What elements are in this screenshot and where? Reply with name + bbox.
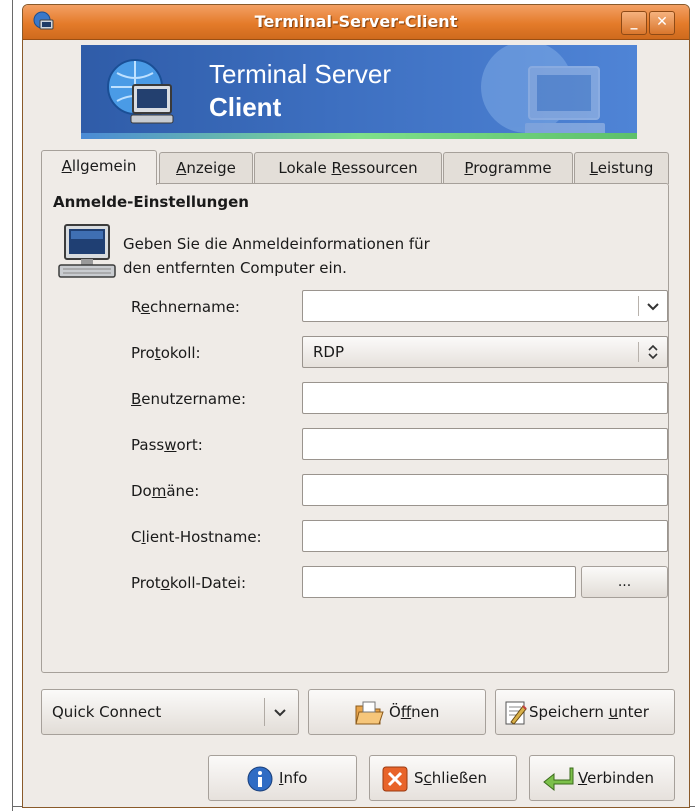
protokoll-value: RDP (313, 343, 345, 361)
tab-label-mnemonic: L (589, 159, 598, 177)
quick-connect-label: Quick Connect (52, 703, 162, 721)
background-edge-left (12, 0, 13, 811)
passwort-label: Passwort: (131, 436, 203, 454)
passwort-input[interactable] (302, 428, 668, 460)
tab-label-mnemonic: P (464, 159, 474, 177)
close-window-button[interactable]: ✕ (649, 11, 675, 35)
close-x-icon (382, 766, 408, 796)
tab-leistung[interactable]: Leistung (574, 152, 669, 184)
quick-connect-combo[interactable]: Quick Connect (41, 689, 299, 735)
tab-anzeige[interactable]: Anzeige (159, 152, 253, 184)
protokoll-select[interactable]: RDP (302, 336, 668, 368)
app-window: Terminal-Server-Client _ ✕ Terminal Serv… (22, 4, 690, 808)
window-title: Terminal-Server-Client (254, 12, 458, 31)
enter-arrow-icon (542, 766, 574, 796)
banner-title-line2: Client (209, 92, 282, 122)
minimize-icon: _ (630, 14, 638, 30)
protokoll-datei-input[interactable] (302, 566, 576, 598)
chevron-down-icon[interactable] (272, 704, 288, 724)
banner-glow-strip (81, 133, 637, 139)
protokoll-label: Protokoll: (131, 344, 201, 362)
minimize-button[interactable]: _ (621, 11, 647, 35)
select-divider (638, 342, 639, 362)
banner-title-line1: Terminal Server (209, 59, 392, 89)
up-down-arrows-icon (645, 344, 661, 364)
globe-computer-icon (105, 57, 177, 133)
rechnername-combo[interactable] (302, 290, 668, 322)
tab-label-mnemonic: A (176, 159, 187, 177)
header-banner: Terminal Server Client (81, 45, 637, 139)
rechnername-label: Rechnername: (131, 298, 240, 316)
section-title: Anmelde-Einstellungen (53, 193, 249, 211)
connect-button[interactable]: Verbinden (529, 755, 675, 801)
save-as-label: Speichern unter (529, 703, 649, 721)
combo-divider (638, 296, 639, 316)
connect-label: Verbinden (578, 769, 654, 787)
intro-text-line1: Geben Sie die Anmeldeinformationen für (123, 235, 430, 253)
tab-label: nzeige (186, 159, 236, 177)
open-button[interactable]: Öffnen (308, 689, 486, 735)
protokoll-datei-label: Protokoll-Datei: (131, 574, 247, 592)
close-icon: ✕ (656, 14, 668, 30)
browse-file-button[interactable]: ... (581, 566, 668, 598)
folder-open-icon (354, 700, 384, 730)
tab-label: eistung (597, 159, 654, 177)
save-as-button[interactable]: Speichern unter (495, 689, 675, 735)
benutzername-input[interactable] (302, 382, 668, 414)
info-label: Info (279, 769, 308, 787)
tab-programme[interactable]: Programme (443, 152, 573, 184)
faded-computer-icon (477, 45, 617, 139)
close-label: Schließen (414, 769, 488, 787)
tab-label-mnemonic: A (61, 157, 72, 175)
info-button[interactable]: Info (208, 755, 357, 801)
client-hostname-input[interactable] (302, 520, 668, 552)
tab-label: llgemein (71, 157, 137, 175)
domaene-input[interactable] (302, 474, 668, 506)
chevron-down-icon[interactable] (645, 298, 661, 318)
tab-label: Lokale (278, 159, 332, 177)
tab-lokale-ressourcen[interactable]: Lokale Ressourcen (254, 152, 442, 184)
domaene-label: Domäne: (131, 482, 200, 500)
close-button[interactable]: Schließen (369, 755, 517, 801)
browse-file-label: ... (617, 574, 632, 590)
tab-label: rogramme (473, 159, 552, 177)
title-bar[interactable]: Terminal-Server-Client _ ✕ (23, 5, 689, 40)
intro-text-line2: den entfernten Computer ein. (123, 259, 347, 277)
benutzername-label: Benutzername: (131, 390, 247, 408)
combo-divider (264, 698, 265, 726)
save-document-icon (503, 700, 527, 730)
tab-label-mnemonic: R (331, 159, 342, 177)
open-label: Öffnen (389, 703, 440, 721)
tab-allgemein[interactable]: Allgemein (41, 150, 157, 185)
computer-icon (57, 223, 117, 285)
info-icon (247, 766, 273, 796)
client-hostname-label: Client-Hostname: (131, 528, 262, 546)
intro-text: Geben Sie die Anmeldeinformationen für d… (123, 232, 543, 280)
tab-label: essourcen (341, 159, 418, 177)
